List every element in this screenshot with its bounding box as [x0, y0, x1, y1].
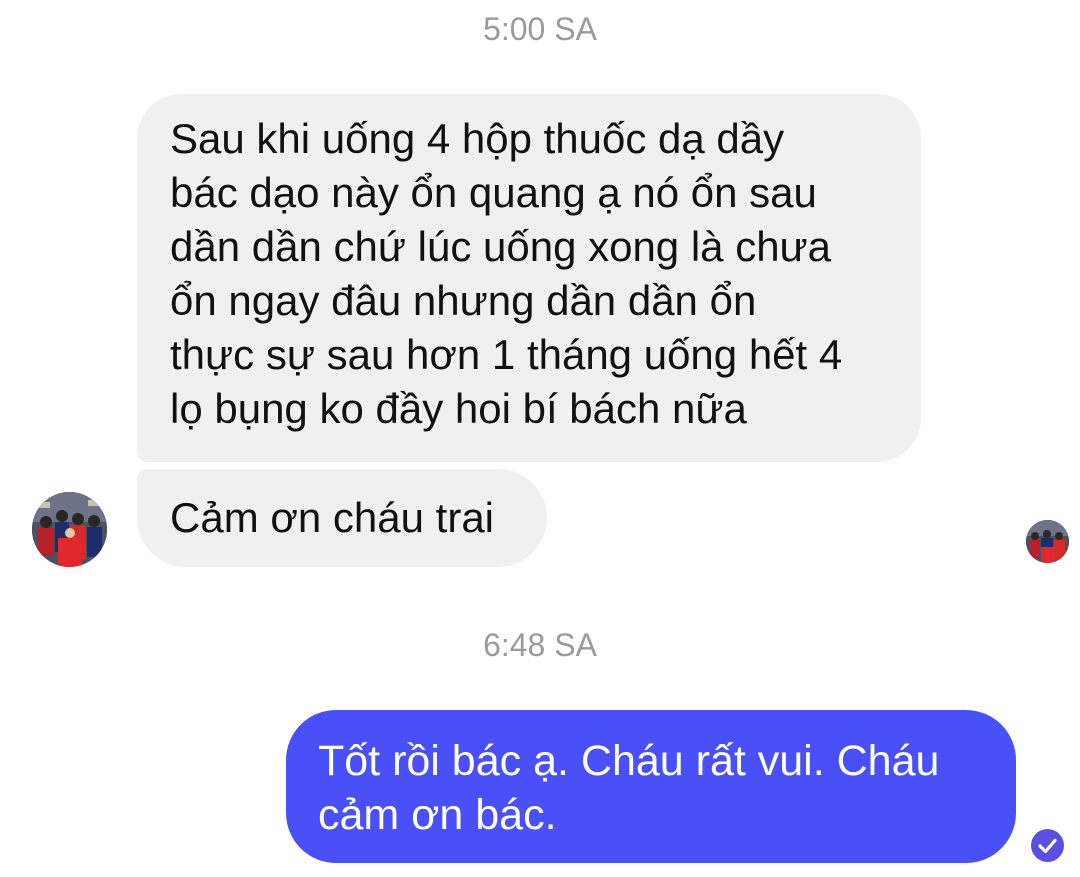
message-timestamp: 5:00 SA	[483, 11, 597, 47]
outgoing-message-bubble[interactable]: Tốt rồi bác ạ. Cháu rất vui. Cháu cảm ơn…	[286, 710, 1016, 863]
message-timestamp: 6:48 SA	[483, 627, 597, 663]
check-circle-icon	[1031, 829, 1064, 862]
chat-thread: 5:00 SA Sau khi uống 4 hộp thuốc dạ dầy …	[0, 0, 1080, 877]
incoming-message-bubble[interactable]: Sau khi uống 4 hộp thuốc dạ dầy bác dạo …	[137, 94, 921, 462]
avatar-photo-icon	[1026, 520, 1069, 563]
contact-avatar[interactable]	[32, 492, 107, 567]
avatar-photo-icon	[32, 492, 107, 567]
incoming-message-bubble[interactable]: Cảm ơn cháu trai	[137, 469, 547, 567]
read-receipt-avatar	[1026, 520, 1069, 563]
